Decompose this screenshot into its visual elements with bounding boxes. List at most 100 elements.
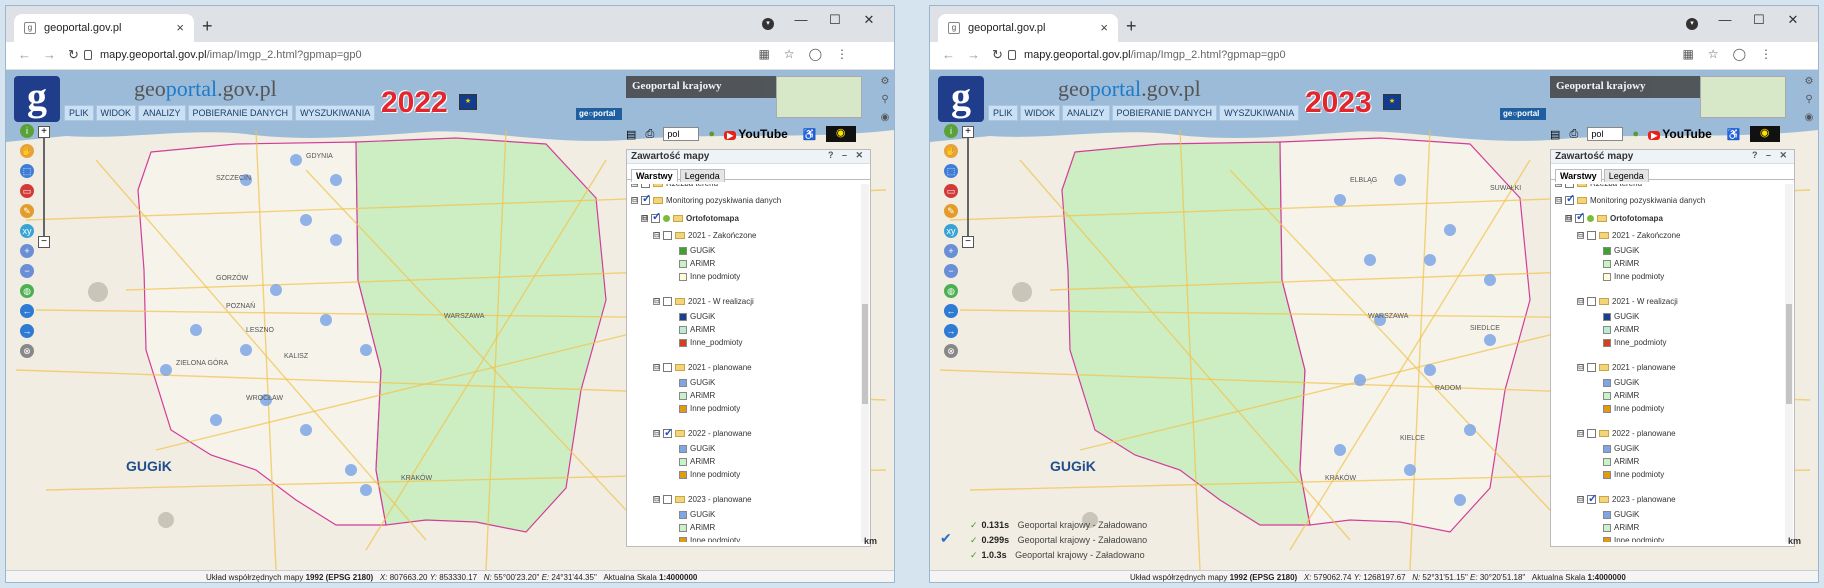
xyz-icon[interactable]: xy xyxy=(944,224,958,238)
select-icon[interactable]: ⬚ xyxy=(20,164,34,178)
tab-legenda[interactable]: Legenda xyxy=(679,169,725,182)
zoom-track[interactable] xyxy=(967,138,969,238)
menu-kebab-icon[interactable]: ⋮ xyxy=(1760,47,1786,61)
layer-group-3[interactable]: ⊟2022 - planowane xyxy=(631,427,860,440)
menu-item-wyszukiwania[interactable]: WYSZUKIWANIA xyxy=(1219,105,1300,121)
menu-item-plik[interactable]: PLIK xyxy=(64,105,94,121)
zoom-out-icon[interactable]: − xyxy=(944,264,958,278)
browser-tab[interactable]: g geoportal.gov.pl × xyxy=(14,14,194,42)
profile-icon[interactable]: ◯ xyxy=(809,47,836,61)
zoom-plus-button[interactable]: + xyxy=(38,126,50,138)
globe-icon[interactable]: ● xyxy=(1632,128,1639,140)
contrast-toggle[interactable]: ◉ xyxy=(1749,126,1780,142)
zoom-track[interactable] xyxy=(43,138,45,238)
next-view-icon[interactable]: → xyxy=(20,324,34,338)
zoom-minus-button[interactable]: − xyxy=(962,236,974,248)
select-icon[interactable]: ⬚ xyxy=(944,164,958,178)
next-view-icon[interactable]: → xyxy=(944,324,958,338)
layer-checkbox[interactable] xyxy=(663,495,672,505)
profile-icon[interactable]: ◯ xyxy=(1733,47,1760,61)
layer-group-2[interactable]: ⊟ 2021 - planowane xyxy=(1555,362,1784,374)
youtube-link[interactable]: ▶ YouTube xyxy=(724,127,794,141)
accessibility-icon[interactable]: ♿ xyxy=(1727,128,1741,141)
layer-checkbox[interactable] xyxy=(663,363,672,373)
browser-tab[interactable]: g geoportal.gov.pl × xyxy=(938,14,1118,42)
menu-kebab-icon[interactable]: ⋮ xyxy=(836,47,862,61)
menu-item-analizy[interactable]: ANALIZY xyxy=(138,105,186,121)
pencil-icon[interactable]: ✎ xyxy=(20,204,34,218)
print-icon[interactable]: ▤ xyxy=(1550,128,1560,141)
zoom-plus-button[interactable]: + xyxy=(962,126,974,138)
layer-group-2[interactable]: ⊟ 2021 - planowane xyxy=(631,362,860,374)
panel-window-buttons[interactable]: ? – ✕ xyxy=(1752,150,1790,161)
panel-scrollbar[interactable] xyxy=(1785,184,1793,542)
layer-relief[interactable]: ⊞Rzeźba terenu xyxy=(1555,184,1784,189)
geoportal-krajowy-banner[interactable]: Geoportal krajowy xyxy=(626,76,776,98)
url-field[interactable]: mapy.geoportal.gov.pl/imap/Imgp_2.html?g… xyxy=(82,46,848,66)
print-icon[interactable]: ▤ xyxy=(626,128,636,141)
layer-ortofotomapa[interactable]: ⊟Ortofotomapa xyxy=(1555,212,1784,224)
panel-window-buttons[interactable]: ? – ✕ xyxy=(828,150,866,161)
minimize-icon[interactable]: — xyxy=(784,12,818,27)
accessibility-icon[interactable]: ♿ xyxy=(803,128,817,141)
layer-checkbox[interactable] xyxy=(1587,363,1596,373)
contrast-toggle[interactable]: ◉ xyxy=(825,126,856,142)
layer-group-0[interactable]: ⊟ 2021 - Zakończone xyxy=(631,230,860,242)
layer-group-3[interactable]: ⊟2022 - planowane xyxy=(1555,428,1784,440)
layer-monitoring[interactable]: ⊟Monitoring pozyskiwania danych xyxy=(631,194,860,206)
tab-search-icon[interactable]: ▾ xyxy=(1686,18,1698,30)
zoom-slider[interactable]: + − xyxy=(962,126,974,248)
menu-item-widok[interactable]: WIDOK xyxy=(95,105,137,121)
minimize-icon[interactable]: — xyxy=(1708,12,1742,27)
tab-warstwy[interactable]: Warstwy xyxy=(631,169,678,182)
menu-item-plik[interactable]: PLIK xyxy=(988,105,1018,121)
overview-map[interactable] xyxy=(1700,76,1786,118)
layer-group-0[interactable]: ⊟ 2021 - Zakończone xyxy=(1555,230,1784,242)
layer-relief[interactable]: ⊞Rzeźba terenu xyxy=(631,184,860,189)
settings-icon[interactable]: ⚙ xyxy=(878,76,892,90)
overview-map[interactable] xyxy=(776,76,862,118)
scroll-thumb[interactable] xyxy=(862,304,868,404)
settings-icon[interactable]: ⚙ xyxy=(1802,76,1816,90)
close-tab-icon[interactable]: × xyxy=(176,20,184,35)
language-select[interactable]: pol xyxy=(1587,127,1624,141)
clear-icon[interactable]: ⊗ xyxy=(944,344,958,358)
zoom-out-icon[interactable]: − xyxy=(20,264,34,278)
new-tab-icon[interactable]: + xyxy=(1126,16,1137,37)
menu-item-pobieranie-danych[interactable]: POBIERANIE DANYCH xyxy=(1111,105,1218,121)
menu-item-analizy[interactable]: ANALIZY xyxy=(1062,105,1110,121)
close-tab-icon[interactable]: × xyxy=(1100,20,1108,35)
layer-checkbox[interactable] xyxy=(1587,429,1596,439)
pin-icon[interactable]: ⚲ xyxy=(878,94,892,108)
panel-scrollbar[interactable] xyxy=(861,184,869,542)
back-icon[interactable]: ← xyxy=(942,47,967,62)
forward-icon[interactable]: → xyxy=(43,47,68,62)
tab-search-icon[interactable]: ▾ xyxy=(762,18,774,30)
pan-hand-icon[interactable]: ✋ xyxy=(20,144,34,158)
star-icon[interactable]: ☆ xyxy=(1708,47,1733,61)
close-window-icon[interactable]: ✕ xyxy=(1776,12,1810,28)
xyz-icon[interactable]: xy xyxy=(20,224,34,238)
pin-icon[interactable]: ⚲ xyxy=(1802,94,1816,108)
back-icon[interactable]: ← xyxy=(18,47,43,62)
scroll-thumb[interactable] xyxy=(1786,304,1792,404)
zoom-in-icon[interactable]: + xyxy=(20,244,34,258)
language-select[interactable]: pol xyxy=(663,127,700,141)
close-window-icon[interactable]: ✕ xyxy=(852,12,886,28)
geoportal-krajowy-banner[interactable]: Geoportal krajowy xyxy=(1550,76,1700,98)
menu-item-widok[interactable]: WIDOK xyxy=(1019,105,1061,121)
layer-checkbox[interactable] xyxy=(1587,297,1596,307)
zoom-minus-button[interactable]: − xyxy=(38,236,50,248)
menu-item-wyszukiwania[interactable]: WYSZUKIWANIA xyxy=(295,105,376,121)
previous-view-icon[interactable]: ← xyxy=(20,304,34,318)
globe-extent-icon[interactable]: ◍ xyxy=(20,284,34,298)
globe-extent-icon[interactable]: ◍ xyxy=(944,284,958,298)
layer-group-1[interactable]: ⊟ 2021 - W realizacji xyxy=(1555,296,1784,308)
layer-checkbox[interactable] xyxy=(663,231,672,241)
zoom-slider[interactable]: + − xyxy=(38,126,50,248)
url-field[interactable]: mapy.geoportal.gov.pl/imap/Imgp_2.html?g… xyxy=(1006,46,1772,66)
layer-checkbox[interactable] xyxy=(1587,493,1597,505)
printer-icon[interactable]: ⎙ xyxy=(645,128,654,141)
qr-icon[interactable]: ▦ xyxy=(1682,47,1707,61)
star-icon[interactable]: ☆ xyxy=(784,47,809,61)
